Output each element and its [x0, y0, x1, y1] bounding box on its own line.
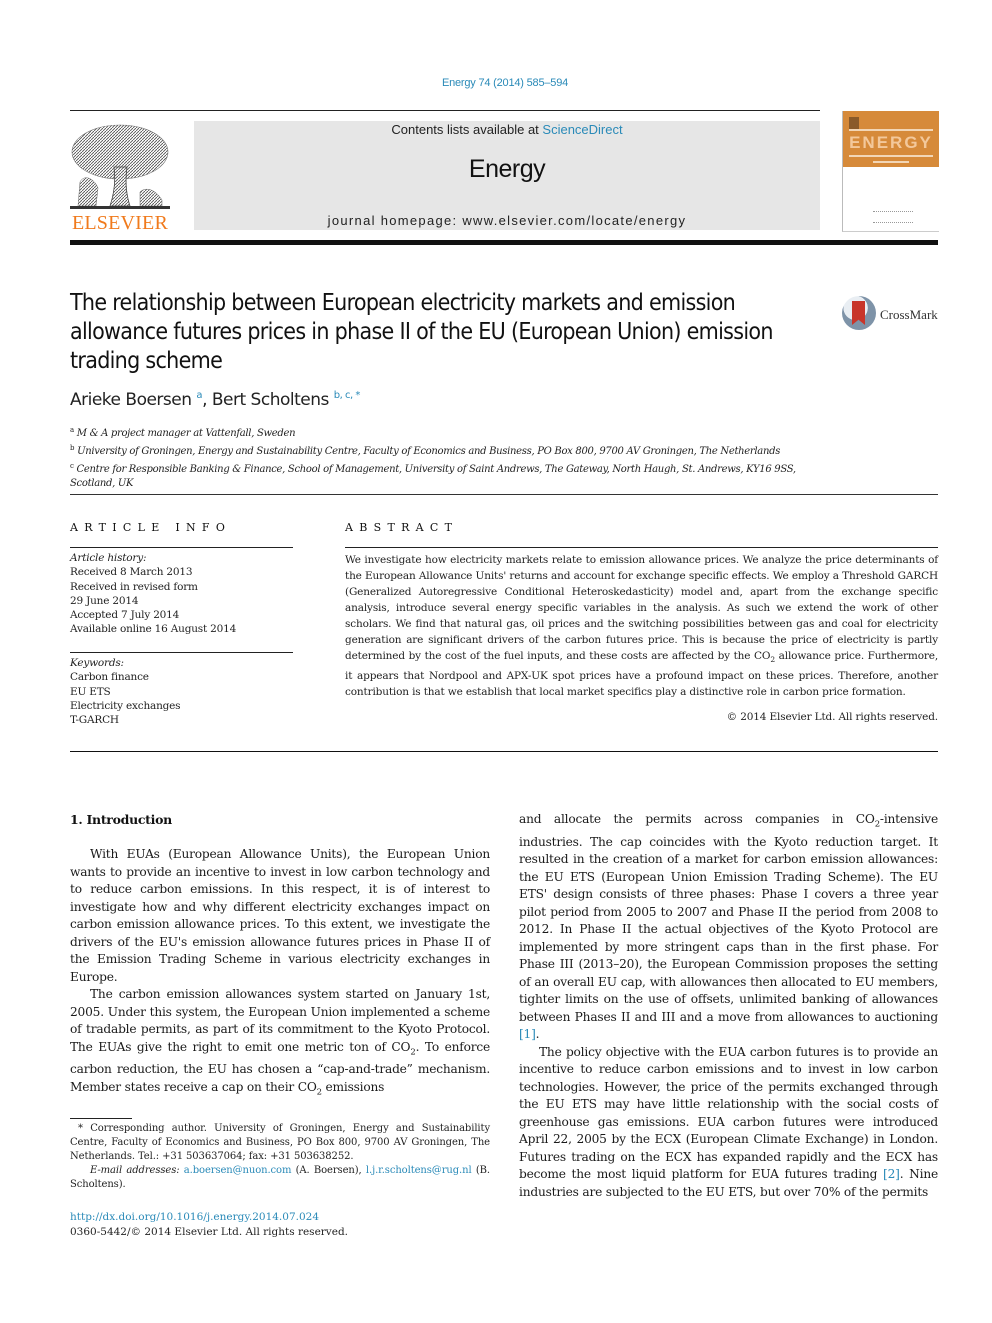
abstract-bottom-rule: [70, 751, 938, 752]
keywords-rule: [70, 652, 293, 653]
paragraph: With EUAs (European Allowance Units), th…: [70, 847, 490, 984]
crossmark-button[interactable]: CrossMark: [842, 296, 942, 336]
history-item: Available online 16 August 2014: [70, 623, 237, 636]
keywords: Keywords: Carbon finance EU ETS Electric…: [70, 656, 181, 727]
article-title: The relationship between European electr…: [70, 290, 773, 374]
abstract-heading: ABSTRACT: [345, 521, 459, 534]
history-label: Article history:: [70, 552, 147, 564]
issn-copyright: 0360-5442/© 2014 Elsevier Ltd. All right…: [70, 1226, 349, 1238]
keyword-item: Electricity exchanges: [70, 699, 181, 712]
abstract-copyright: © 2014 Elsevier Ltd. All rights reserved…: [726, 711, 938, 723]
journal-cover-image[interactable]: ENERGY: [842, 111, 939, 232]
contents-prefix: Contents lists available at: [391, 122, 543, 137]
affiliations: a M & A project manager at Vattenfall, S…: [70, 423, 830, 491]
paragraph: The carbon emission allowances system st…: [70, 987, 490, 1098]
affiliation-item: a M & A project manager at Vattenfall, S…: [70, 426, 296, 439]
cover-footer: [873, 211, 913, 223]
footnote-rule: [70, 1118, 132, 1119]
history-item: Received in revised form: [70, 580, 198, 593]
article-info-heading: ARTICLE INFO: [70, 521, 232, 534]
keyword-item: EU ETS: [70, 685, 111, 698]
cover-orange-band: ENERGY: [843, 111, 939, 167]
history-item: 29 June 2014: [70, 594, 139, 607]
journal-citation[interactable]: Energy 74 (2014) 585–594: [0, 77, 992, 89]
article-history: Article history: Received 8 March 2013 R…: [70, 551, 236, 637]
affiliation-item: b University of Groningen, Energy and Su…: [70, 444, 781, 457]
citation-ref-link[interactable]: [1]: [519, 1027, 536, 1041]
contents-line: Contents lists available at ScienceDirec…: [194, 122, 820, 137]
email-link[interactable]: a.boersen@nuon.com: [184, 1165, 292, 1176]
keyword-item: T-GARCH: [70, 714, 119, 727]
section-rule: [70, 494, 938, 495]
author-name: Bert Scholtens: [211, 390, 329, 410]
keywords-label: Keywords:: [70, 657, 124, 669]
author-name: Arieke Boersen: [70, 390, 192, 410]
email-line: E-mail addresses: a.boersen@nuon.com (A.…: [70, 1165, 490, 1190]
doi-block: http://dx.doi.org/10.1016/j.energy.2014.…: [70, 1210, 348, 1240]
abstract-text: We investigate how electricity markets r…: [345, 554, 939, 699]
history-item: Received 8 March 2013: [70, 566, 193, 579]
elsevier-tree-icon: [70, 124, 170, 209]
paragraph: The policy objective with the EUA carbon…: [519, 1044, 939, 1199]
body-column-right: and allocate the permits across companie…: [519, 811, 938, 1201]
citation-ref-link[interactable]: [2]: [883, 1167, 900, 1181]
email-link[interactable]: l.j.r.scholtens@rug.nl: [366, 1165, 472, 1176]
journal-homepage[interactable]: journal homepage: www.elsevier.com/locat…: [194, 213, 820, 228]
author-affiliation-mark[interactable]: b, c, *: [334, 390, 361, 401]
article-info-rule: [70, 547, 293, 548]
journal-name: Energy: [468, 155, 546, 183]
cover-title: ENERGY: [849, 133, 933, 152]
header-rule: [70, 110, 820, 111]
abstract-rule: [345, 547, 938, 548]
sciencedirect-link[interactable]: ScienceDirect: [542, 122, 622, 137]
affiliation-item: c Centre for Responsible Banking & Finan…: [70, 462, 796, 489]
corresponding-author-text: * Corresponding author. University of Gr…: [70, 1123, 490, 1162]
doi-link[interactable]: http://dx.doi.org/10.1016/j.energy.2014.…: [70, 1211, 319, 1223]
corresponding-author-footnote: * Corresponding author. University of Gr…: [70, 1122, 490, 1192]
paragraph: and allocate the permits across companie…: [519, 812, 938, 1042]
crossmark-label: CrossMark: [880, 307, 938, 322]
section-heading-introduction: 1. Introduction: [70, 812, 172, 827]
body-column-left: With EUAs (European Allowance Units), th…: [70, 846, 490, 1102]
elsevier-logo[interactable]: ELSEVIER: [68, 118, 172, 234]
author-list: Arieke Boersen a, Bert Scholtens b, c, *: [70, 390, 360, 410]
elsevier-wordmark: ELSEVIER: [71, 212, 169, 234]
journal-banner: Contents lists available at ScienceDirec…: [194, 121, 820, 230]
header-thick-rule: [70, 240, 938, 245]
history-item: Accepted 7 July 2014: [70, 609, 180, 622]
keyword-item: Carbon finance: [70, 671, 149, 684]
